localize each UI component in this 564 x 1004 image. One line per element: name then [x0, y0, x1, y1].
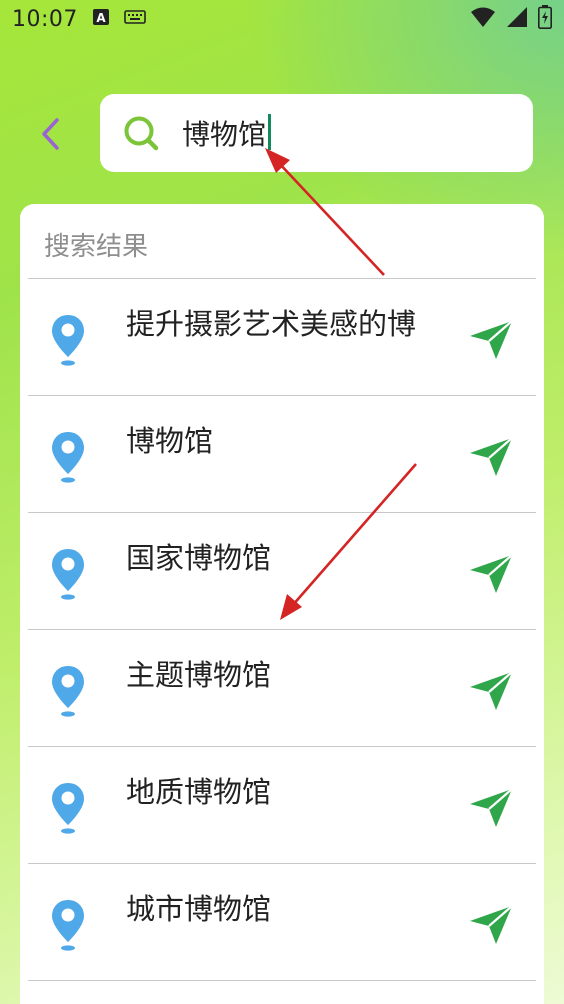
- navigate-arrow-icon[interactable]: [468, 787, 514, 829]
- result-item[interactable]: 国家博物馆: [28, 512, 536, 629]
- result-item[interactable]: 城市博物馆: [28, 863, 536, 980]
- location-pin-icon: [52, 783, 84, 834]
- result-label: 城市博物馆: [126, 892, 272, 926]
- result-label: 博物馆: [126, 424, 214, 458]
- results-card: 搜索结果 提升摄影艺术美感的博 博物馆 国家博物馆 主题博物馆 地质博物馆 城市…: [20, 204, 544, 1004]
- text-caret: [268, 114, 271, 150]
- navigate-arrow-icon[interactable]: [468, 904, 514, 946]
- list-divider: [28, 980, 536, 981]
- wifi-icon: [470, 6, 496, 32]
- signal-icon: [506, 6, 528, 32]
- battery-charging-icon: [538, 5, 552, 33]
- result-label: 主题博物馆: [126, 658, 272, 692]
- back-button[interactable]: [30, 112, 70, 156]
- results-title: 搜索结果: [44, 232, 149, 262]
- location-pin-icon: [52, 549, 84, 600]
- navigate-arrow-icon[interactable]: [468, 670, 514, 712]
- search-bar[interactable]: [100, 94, 533, 172]
- result-item[interactable]: 地质博物馆: [28, 746, 536, 863]
- navigate-arrow-icon[interactable]: [468, 436, 514, 478]
- svg-text:A: A: [96, 11, 106, 25]
- a-notification-icon: A: [92, 8, 110, 30]
- status-bar: 10:07 A: [0, 0, 564, 38]
- search-input[interactable]: [182, 116, 482, 150]
- result-label: 提升摄影艺术美感的博: [126, 307, 417, 341]
- location-pin-icon: [52, 315, 84, 366]
- result-item[interactable]: 提升摄影艺术美感的博: [28, 278, 536, 395]
- navigate-arrow-icon[interactable]: [468, 553, 514, 595]
- result-item[interactable]: 主题博物馆: [28, 629, 536, 746]
- navigate-arrow-icon[interactable]: [468, 319, 514, 361]
- location-pin-icon: [52, 900, 84, 951]
- search-icon: [122, 114, 160, 152]
- status-time: 10:07: [12, 6, 78, 32]
- result-label: 地质博物馆: [126, 775, 272, 809]
- keyboard-icon: [124, 9, 146, 29]
- result-label: 国家博物馆: [126, 541, 272, 575]
- chevron-left-icon: [42, 118, 59, 150]
- status-right-group: [470, 5, 552, 33]
- location-pin-icon: [52, 666, 84, 717]
- results-list: 提升摄影艺术美感的博 博物馆 国家博物馆 主题博物馆 地质博物馆 城市博物馆: [20, 278, 544, 981]
- location-pin-icon: [52, 432, 84, 483]
- result-item[interactable]: 博物馆: [28, 395, 536, 512]
